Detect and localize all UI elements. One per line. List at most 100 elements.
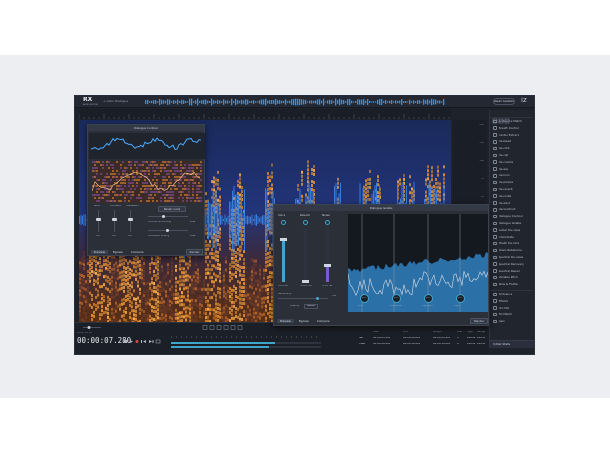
selection-cell: 00:00:05.100 (373, 337, 391, 339)
module-item[interactable]: De-plosive (490, 179, 533, 186)
isolate-channel-solo-button[interactable] (303, 220, 308, 225)
time-ruler[interactable] (79, 109, 451, 119)
quality-label: Quality (290, 305, 300, 307)
intonation-scaling-label: Intonation scaling (148, 235, 170, 237)
reset-curve-button[interactable]: Reset curve (158, 206, 186, 212)
history-item[interactable]: EQ Match (490, 311, 533, 318)
contour-slider-track[interactable] (130, 210, 131, 232)
isolate-channel-value: -15.0 dB (322, 285, 333, 287)
sensitivity-slider[interactable] (278, 298, 328, 299)
contour-compare-tab[interactable]: Compare (128, 250, 147, 255)
module-item[interactable]: De-clip (490, 152, 533, 159)
module-item[interactable]: De-ess (490, 166, 533, 173)
module-item[interactable]: Breath Control (490, 125, 533, 132)
contour-slider-thumb[interactable] (128, 218, 133, 221)
sensitivity-label: Sensitivity (278, 293, 292, 295)
isolate-render-button[interactable]: Render (470, 318, 488, 324)
module-item[interactable]: Mouth De-click (490, 240, 533, 247)
isolate-preview-tab[interactable]: Preview (277, 318, 294, 324)
history-item[interactable]: Effects (490, 298, 533, 305)
isolate-spectrum-display[interactable] (348, 214, 488, 312)
isolate-channel-solo-button[interactable] (325, 220, 330, 225)
module-label: De-click (498, 147, 510, 150)
isolate-compare-tab[interactable]: Compare (314, 319, 333, 324)
isolate-channel-fader[interactable] (304, 228, 307, 282)
isolate-fader-thumb[interactable] (302, 280, 309, 283)
module-item[interactable]: De-click (490, 145, 533, 152)
module-label: Spectral De-noise (498, 255, 524, 259)
module-label: De-bleed (498, 140, 512, 144)
frequency-tick: 5k (480, 196, 484, 198)
contour-preview-tab[interactable]: Preview (91, 249, 108, 255)
module-label: Spectral Recovery (498, 262, 524, 266)
module-item[interactable]: De-rustle (490, 193, 533, 200)
history-item[interactable]: Ambience (490, 291, 533, 298)
module-item[interactable]: De-bleed (490, 138, 533, 145)
band-gain-value: 0.0 (362, 297, 366, 299)
isolate-fader-thumb[interactable] (324, 264, 331, 267)
module-item[interactable]: Variable Pitch (490, 274, 533, 281)
module-item[interactable]: Interpolate (490, 234, 533, 241)
transport-controls[interactable] (123, 338, 163, 346)
band-label: High (454, 305, 460, 307)
isolate-channel-solo-button[interactable] (281, 220, 286, 225)
module-item[interactable]: Guitar De-noise (490, 227, 533, 234)
history-icon (493, 292, 497, 297)
module-item[interactable]: Dialogue Isolate (490, 220, 533, 227)
repair-assistant-button[interactable]: Repair Assistant (493, 98, 515, 105)
sensitivity-thumb[interactable] (316, 297, 319, 300)
history-item[interactable]: Gain (490, 318, 533, 325)
history-item[interactable]: Dry Mix (490, 305, 533, 312)
selection-cell: 00:00:00.900 (433, 337, 451, 339)
isolate-fader-thumb[interactable] (280, 238, 287, 241)
pitch-curve-display[interactable] (89, 133, 205, 159)
module-item[interactable]: De-hum (490, 172, 533, 179)
module-item[interactable]: Wow & Flutter (490, 281, 533, 288)
frequency-tick: 15k (479, 142, 484, 144)
contour-slider-thumb[interactable] (96, 218, 101, 221)
contour-bypass-tab[interactable]: Bypass (110, 250, 126, 255)
module-item[interactable]: Ambience Match (490, 118, 533, 125)
contour-slider-track[interactable] (98, 210, 99, 232)
selection-cell: 0 (457, 337, 459, 339)
sensitivity-value: 3.5 (332, 295, 337, 297)
module-item[interactable]: Spectral Recovery (490, 261, 533, 268)
overview-waveform[interactable] (145, 98, 445, 106)
module-item[interactable]: Music Rebalance (490, 247, 533, 254)
history-label: Effects (498, 299, 509, 303)
selection-header: End (403, 331, 408, 333)
quality-select[interactable]: Better (304, 304, 319, 309)
module-item[interactable]: De-wind (490, 200, 533, 207)
izotope-logo: iz (521, 97, 527, 104)
contour-slider-track[interactable] (114, 210, 115, 232)
module-label: Interpolate (498, 235, 514, 239)
dialogue-contour-title: Dialogue Contour (88, 125, 204, 131)
selection-cell: 22050 (467, 343, 476, 345)
module-item[interactable]: Center Extract (490, 132, 533, 139)
contour-spectrogram[interactable] (92, 161, 202, 203)
file-tab[interactable]: + Cello Dialogue (103, 100, 143, 105)
module-item[interactable]: Deconstruct (490, 206, 533, 213)
selection-cell: Sel (359, 337, 363, 339)
module-item[interactable]: Spectral Repair (490, 268, 533, 275)
module-icon (493, 241, 497, 246)
module-label: Dialogue Isolate (498, 221, 522, 225)
contour-smoothing-slider[interactable] (148, 216, 188, 217)
module-item[interactable]: Spectral De-noise (490, 254, 533, 261)
contour-smoothing-thumb[interactable] (162, 215, 165, 218)
module-item[interactable]: De-reverb (490, 186, 533, 193)
contour-slider-thumb[interactable] (112, 218, 117, 221)
history-icon (493, 306, 497, 310)
isolate-bypass-tab[interactable]: Bypass (296, 319, 312, 324)
selection-cell: 22050 (467, 337, 476, 339)
module-item[interactable]: De-crackle (490, 159, 533, 166)
history-initial-state[interactable]: Initial State (490, 340, 534, 348)
intonation-scaling-thumb[interactable] (166, 229, 169, 232)
contour-render-button[interactable]: Render (186, 249, 203, 255)
band-label: Crossover (390, 305, 402, 307)
module-label: De-clip (498, 153, 509, 157)
module-icon (493, 248, 497, 253)
dialogue-isolate-title: Dialogue Isolate (274, 205, 488, 211)
module-item[interactable]: Dialogue Contour (490, 213, 533, 220)
logo-subtitle: AUDIO EDITOR (83, 104, 98, 106)
